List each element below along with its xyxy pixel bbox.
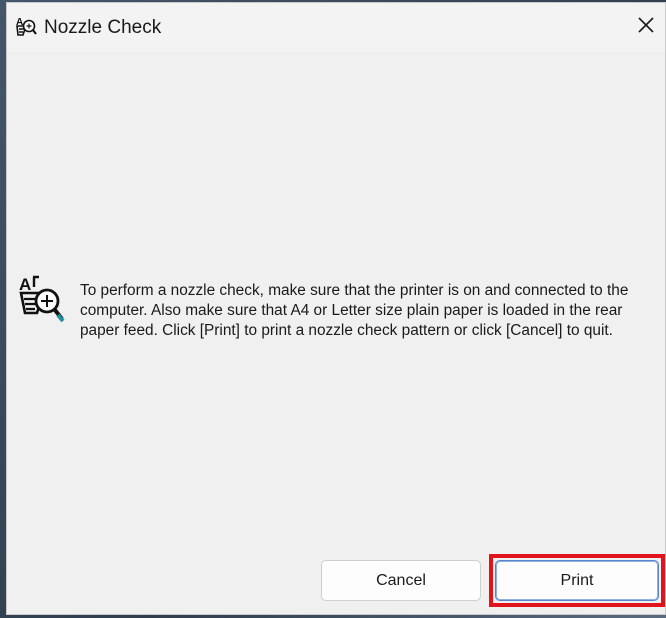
print-button[interactable]: Print	[495, 560, 659, 601]
close-icon	[637, 16, 655, 39]
printer-alignment-icon: A	[15, 15, 37, 37]
close-button[interactable]	[631, 9, 661, 45]
window-title: Nozzle Check	[44, 17, 162, 38]
title-bar: A Nozzle Check	[7, 3, 665, 51]
instruction-text: To perform a nozzle check, make sure tha…	[80, 282, 629, 339]
svg-text:A: A	[19, 275, 31, 294]
nozzle-check-dialog: A Nozzle Check A To perform a nozzle che…	[6, 2, 666, 615]
nozzle-check-magnifier-icon: A	[17, 273, 65, 327]
cancel-button[interactable]: Cancel	[321, 560, 481, 601]
